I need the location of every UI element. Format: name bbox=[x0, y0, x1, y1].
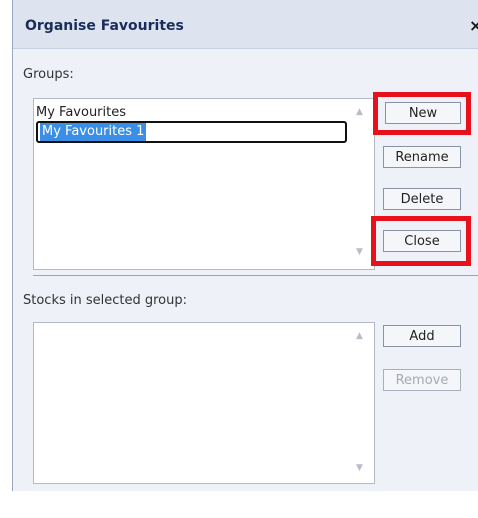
list-item-label: My Favourites 1 bbox=[40, 123, 147, 141]
scroll-down-icon[interactable]: ▼ bbox=[356, 247, 363, 257]
dialog-titlebar: Organise Favourites × bbox=[13, 0, 478, 49]
remove-button[interactable]: Remove bbox=[383, 369, 461, 391]
add-button[interactable]: Add bbox=[383, 325, 461, 347]
scroll-up-icon[interactable]: ▲ bbox=[356, 107, 363, 117]
stocks-label: Stocks in selected group: bbox=[23, 293, 188, 308]
stocks-listbox[interactable]: ▲ ▼ bbox=[33, 322, 375, 484]
groups-label: Groups: bbox=[23, 67, 74, 82]
delete-button[interactable]: Delete bbox=[383, 188, 461, 210]
scroll-up-icon[interactable]: ▲ bbox=[356, 331, 363, 341]
dialog-title: Organise Favourites bbox=[25, 18, 184, 34]
new-button-highlight bbox=[373, 92, 471, 135]
rename-button[interactable]: Rename bbox=[383, 146, 461, 168]
groups-listbox[interactable]: My Favourites My Favourites 1 ▲ ▼ bbox=[33, 98, 375, 270]
close-button-highlight bbox=[371, 216, 471, 266]
organise-favourites-dialog: Organise Favourites × Groups: My Favouri… bbox=[12, 0, 478, 491]
list-item[interactable]: My Favourites bbox=[36, 105, 126, 120]
scroll-down-icon[interactable]: ▼ bbox=[356, 463, 363, 473]
section-divider bbox=[33, 275, 478, 276]
list-item-selected[interactable]: My Favourites 1 bbox=[36, 121, 347, 143]
close-icon[interactable]: × bbox=[469, 16, 478, 35]
